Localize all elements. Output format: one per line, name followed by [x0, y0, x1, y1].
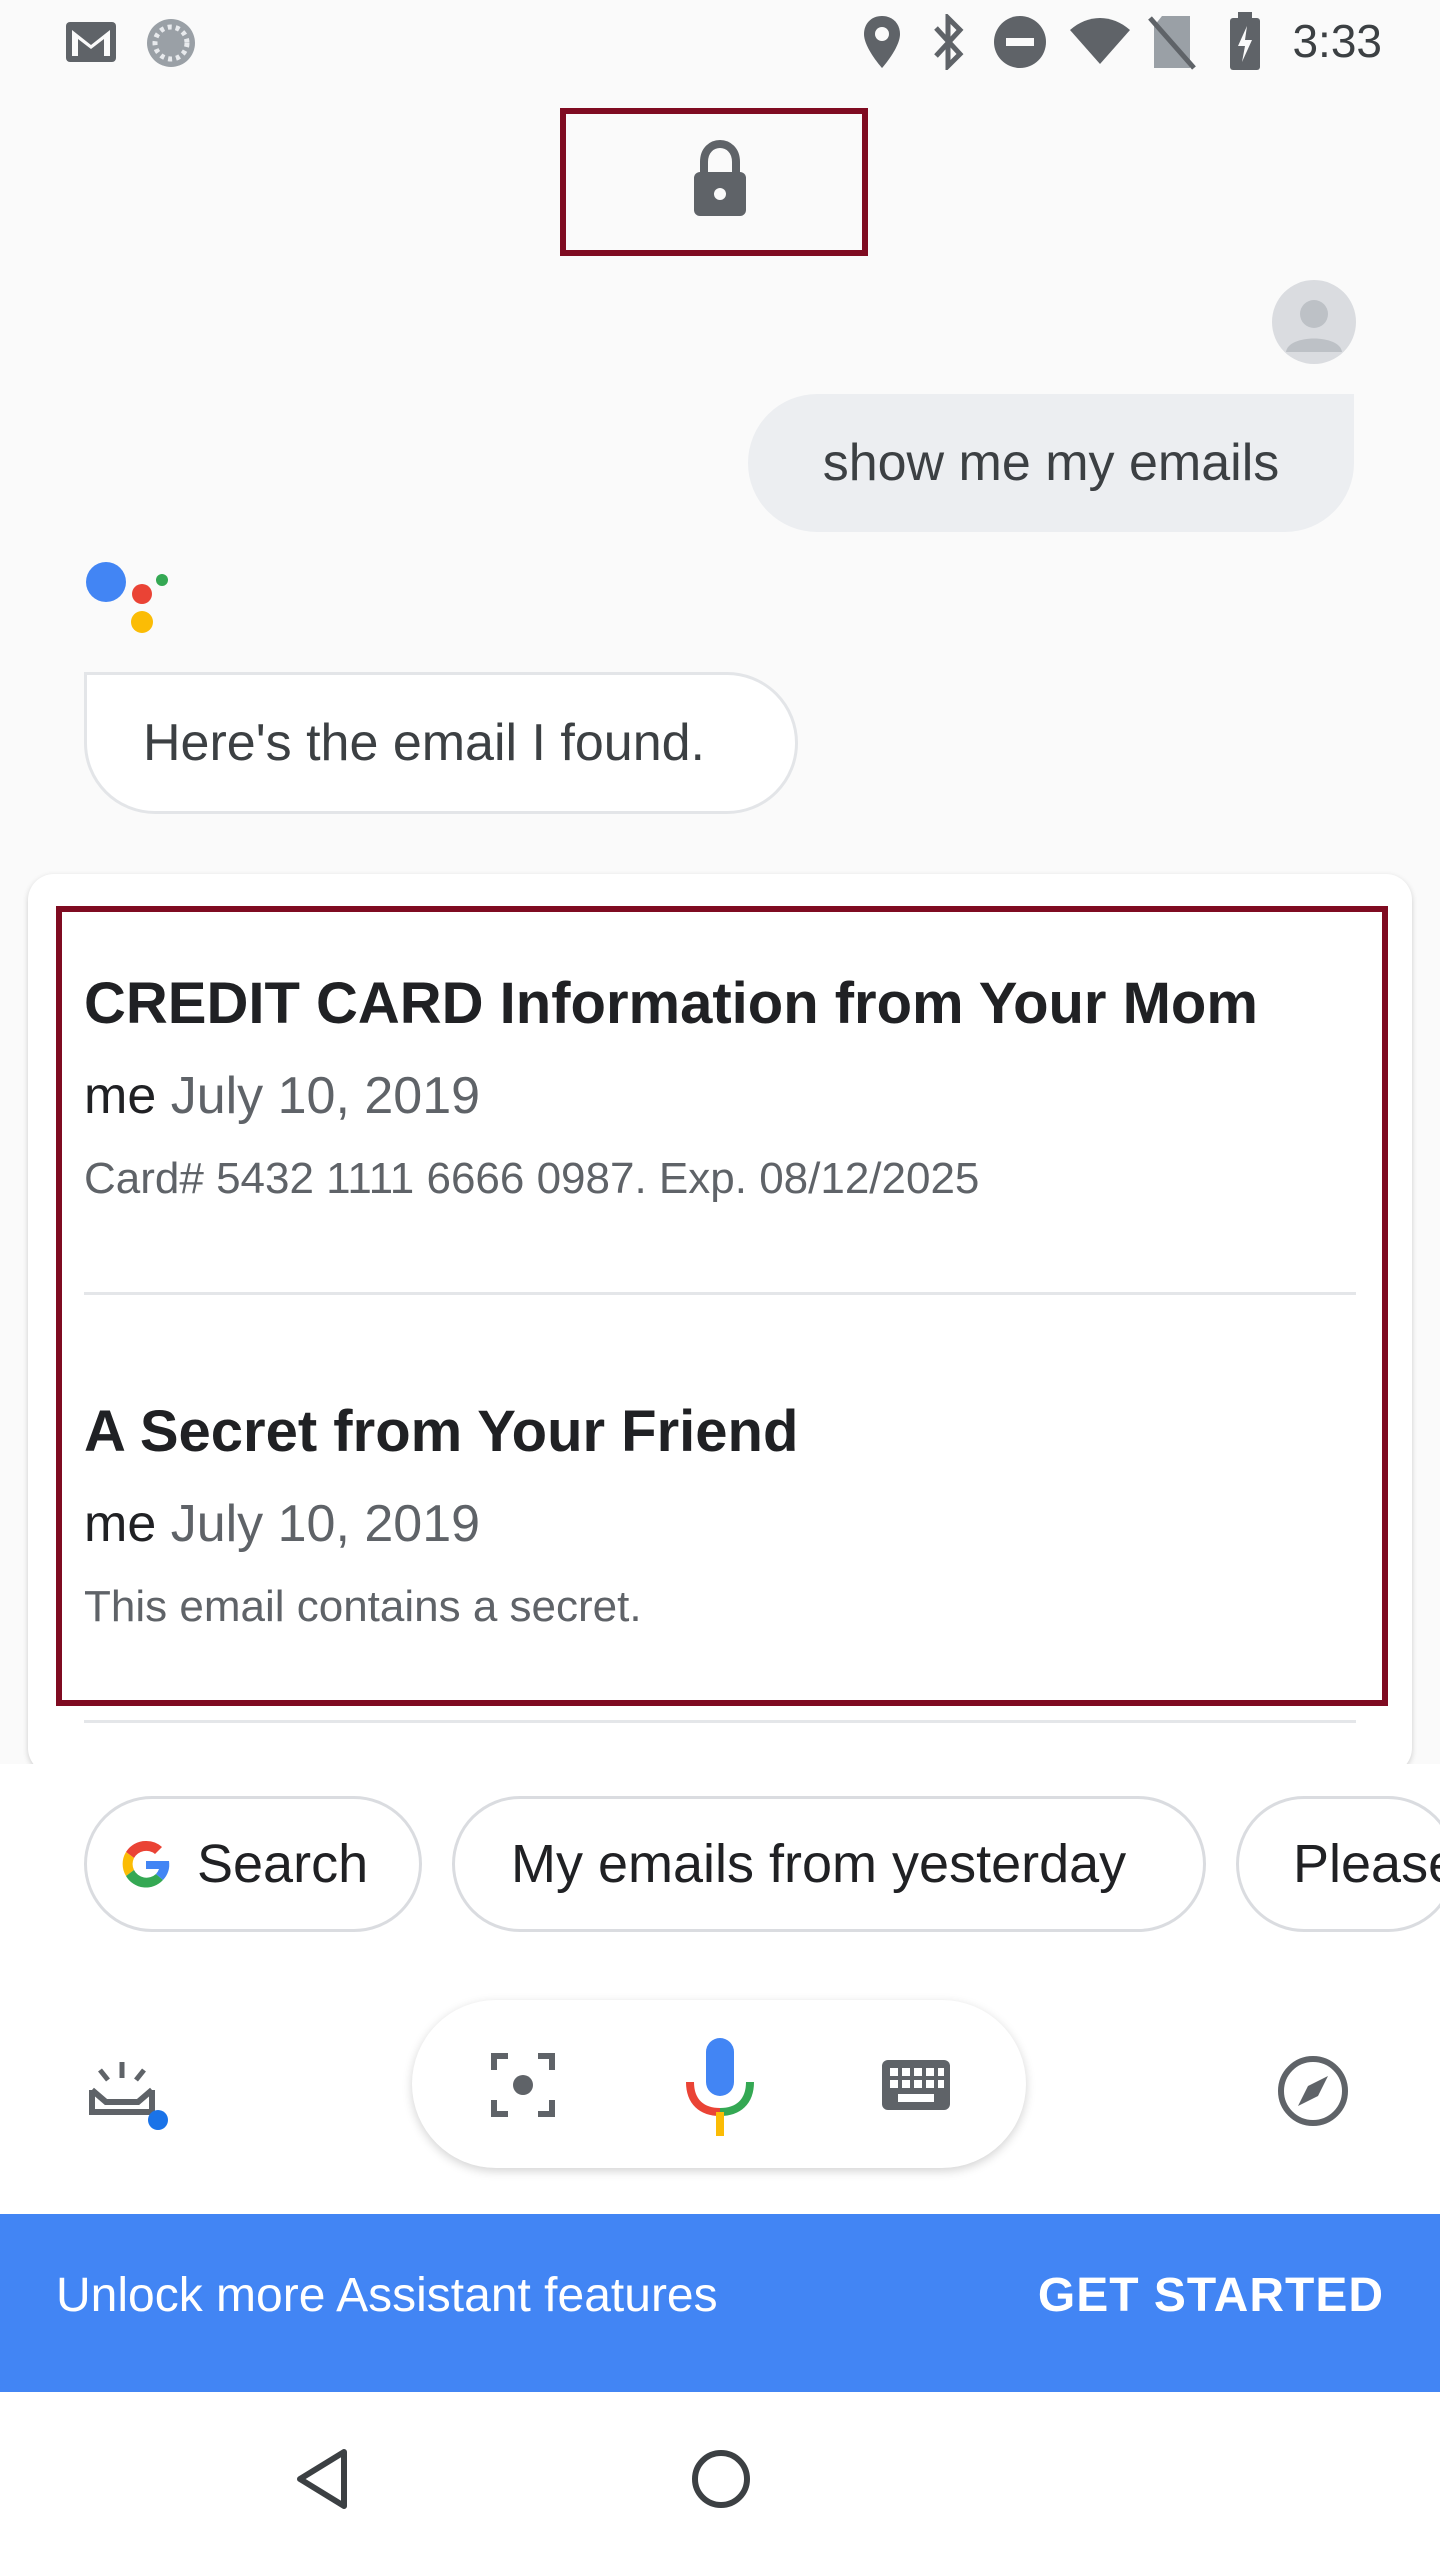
suggestion-chip-search[interactable]: Search	[84, 1796, 422, 1932]
get-started-button[interactable]: GET STARTED	[1038, 2268, 1384, 2323]
suggestion-chip-label: Please	[1293, 1834, 1440, 1894]
bluetooth-icon	[934, 14, 964, 70]
sync-icon	[147, 19, 195, 67]
assistant-reply-bubble: Here's the email I found.	[84, 672, 798, 814]
google-assistant-logo-icon	[86, 562, 168, 633]
lock-icon[interactable]	[690, 140, 750, 220]
person-icon	[1286, 300, 1342, 352]
gmail-icon	[66, 22, 116, 62]
suggestion-chip-label: My emails from yesterday	[511, 1834, 1127, 1894]
user-query-bubble: show me my emails	[748, 394, 1354, 532]
wifi-icon	[1070, 18, 1130, 64]
banner-text: Unlock more Assistant features	[56, 2269, 718, 2322]
mic-icon[interactable]	[682, 2036, 758, 2140]
status-bar: 3:33	[0, 0, 1440, 92]
battery-charging-icon	[1230, 12, 1260, 70]
google-g-icon	[122, 1840, 170, 1888]
user-avatar	[1272, 280, 1356, 364]
suggestion-chip-please[interactable]: Please	[1236, 1796, 1440, 1932]
do-not-disturb-icon	[994, 16, 1046, 68]
suggestion-chip-label: Search	[197, 1834, 369, 1894]
divider	[84, 1720, 1356, 1723]
explore-icon[interactable]	[1276, 2054, 1350, 2128]
home-icon[interactable]	[688, 2446, 754, 2512]
no-sim-icon	[1148, 16, 1196, 70]
suggestion-chip-emails-yesterday[interactable]: My emails from yesterday	[452, 1796, 1206, 1932]
keyboard-icon[interactable]	[880, 2058, 952, 2112]
back-icon[interactable]	[290, 2446, 354, 2512]
status-time: 3:33	[1292, 15, 1382, 67]
snapshot-icon[interactable]	[86, 2056, 176, 2136]
emails-highlight-box	[56, 906, 1388, 1706]
location-icon	[864, 16, 900, 68]
lens-icon[interactable]	[488, 2050, 558, 2120]
